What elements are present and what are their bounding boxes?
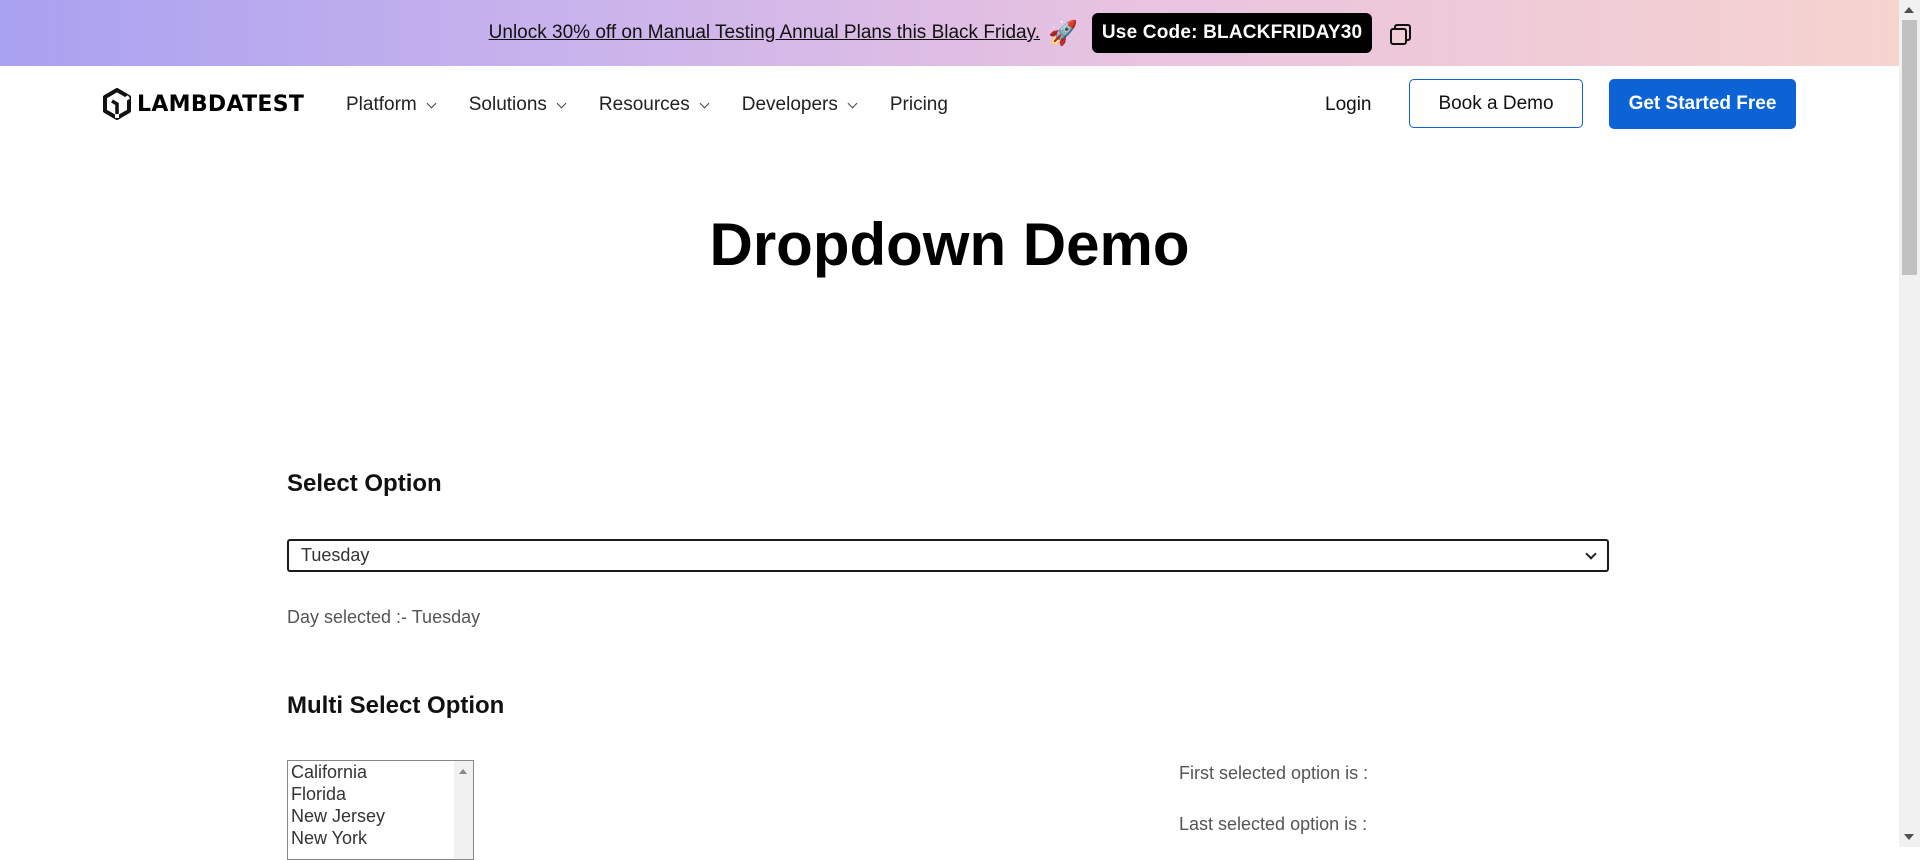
nav-item-solutions[interactable]: Solutions <box>468 94 567 116</box>
nav-label: Platform <box>346 94 417 115</box>
day-select-value: Tuesday <box>301 545 370 565</box>
chevron-down-icon <box>556 98 567 108</box>
states-multi-select[interactable]: California Florida New Jersey New York <box>287 760 474 860</box>
book-demo-button[interactable]: Book a Demo <box>1409 79 1583 128</box>
scroll-up-arrow-icon[interactable] <box>1904 7 1914 13</box>
multi-select-option[interactable]: Florida <box>288 783 473 805</box>
promo-banner: Unlock 30% off on Manual Testing Annual … <box>0 0 1899 66</box>
nav-item-resources[interactable]: Resources <box>598 94 710 116</box>
nav-label: Resources <box>598 94 690 115</box>
nav-label: Developers <box>741 94 838 115</box>
page-title: Dropdown Demo <box>709 211 1190 278</box>
logo[interactable]: LAMBDATEST <box>102 88 304 120</box>
promo-link[interactable]: Unlock 30% off on Manual Testing Annual … <box>489 22 1040 44</box>
nav-item-platform[interactable]: Platform <box>346 94 437 116</box>
multi-select-option[interactable]: New York <box>288 827 473 849</box>
site-header: LAMBDATEST Platform Solutions Resources … <box>0 66 1899 142</box>
chevron-down-icon <box>1585 548 1597 560</box>
last-selected-label: Last selected option is : <box>1179 814 1368 834</box>
select-option-heading: Select Option <box>287 470 442 497</box>
chevron-down-icon <box>699 98 710 108</box>
main-nav: Platform Solutions Resources Developers … <box>346 94 982 116</box>
promo-code-badge: Use Code: BLACKFRIDAY30 <box>1091 13 1373 53</box>
nav-label: Pricing <box>889 94 948 115</box>
login-link[interactable]: Login <box>1325 94 1372 116</box>
day-selected-result: Day selected :- Tuesday <box>287 607 481 627</box>
nav-item-pricing[interactable]: Pricing <box>890 94 948 116</box>
multi-select-option[interactable]: California <box>288 761 473 783</box>
scrollbar-thumb[interactable] <box>1902 20 1917 275</box>
get-started-button[interactable]: Get Started Free <box>1609 79 1796 129</box>
day-select-dropdown[interactable]: Tuesday <box>287 539 1609 572</box>
copy-icon[interactable] <box>1388 22 1412 45</box>
scroll-up-arrow-icon[interactable] <box>459 769 467 774</box>
scroll-down-arrow-icon[interactable] <box>1904 834 1914 840</box>
first-selected-label: First selected option is : <box>1179 763 1369 783</box>
page-scrollbar[interactable] <box>1899 0 1920 847</box>
nav-item-developers[interactable]: Developers <box>741 94 858 116</box>
rocket-icon: 🚀 <box>1047 19 1078 47</box>
logo-text: LAMBDATEST <box>137 91 305 117</box>
nav-label: Solutions <box>468 94 547 115</box>
chevron-down-icon <box>847 98 858 108</box>
multi-select-option[interactable]: New Jersey <box>288 805 473 827</box>
multi-select-heading: Multi Select Option <box>287 692 505 719</box>
lambdatest-logo-icon <box>103 88 131 120</box>
chevron-down-icon <box>426 98 437 108</box>
multi-select-scrollbar[interactable] <box>454 761 473 859</box>
